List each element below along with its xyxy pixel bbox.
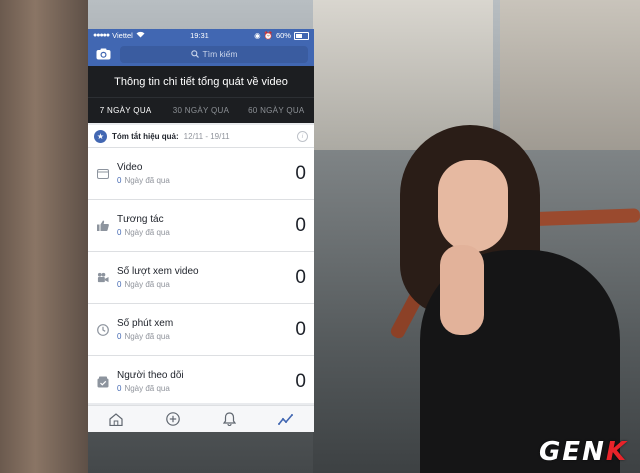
metric-subtitle: 0 Ngày đã qua bbox=[117, 176, 170, 185]
metric-value: 0 bbox=[295, 266, 306, 288]
insights-chart-icon bbox=[278, 413, 294, 425]
star-icon: ★ bbox=[94, 129, 107, 143]
metric-subtitle: 0 Ngày đã qua bbox=[117, 384, 170, 393]
status-time: 19:31 bbox=[190, 31, 209, 40]
metrics-card: ★ Tóm tắt hiệu quả: 12/11 - 19/11 i Vide… bbox=[88, 125, 314, 403]
camera-button[interactable] bbox=[94, 45, 112, 63]
summary-label: Tóm tắt hiệu quả: bbox=[112, 131, 179, 141]
metric-title: Tương tác bbox=[117, 214, 164, 225]
period-tabs: 7 NGÀY QUA 30 NGÀY QUA 60 NGÀY QUA bbox=[88, 97, 314, 123]
metric-row-engagement[interactable]: Tương tác 0 Ngày đã qua 0 bbox=[88, 200, 314, 252]
movie-camera-icon bbox=[97, 272, 109, 284]
status-bar: ●●●●● Viettel 19:31 ◉ ⏰ 60% bbox=[88, 29, 314, 42]
genk-watermark: GENK bbox=[538, 437, 628, 467]
building-left bbox=[0, 0, 88, 473]
metric-value: 0 bbox=[295, 214, 306, 236]
nav-home-button[interactable] bbox=[106, 409, 126, 429]
nav-notifications-button[interactable] bbox=[219, 409, 239, 429]
signal-icon: ●●●●● bbox=[93, 32, 110, 39]
page-title: Thông tin chi tiết tổng quát về video bbox=[88, 66, 314, 97]
metric-title: Số lượt xem video bbox=[117, 266, 199, 277]
plus-circle-icon bbox=[165, 412, 180, 426]
woman-arm bbox=[440, 245, 484, 335]
metric-title: Số phút xem bbox=[117, 318, 174, 329]
info-icon[interactable]: i bbox=[297, 130, 308, 142]
bottom-navigation bbox=[88, 405, 314, 432]
metric-subtitle: 0 Ngày đã qua bbox=[117, 280, 170, 289]
metric-title: Người theo dõi bbox=[117, 370, 184, 381]
metric-row-followers[interactable]: Người theo dõi 0 Ngày đã qua 0 bbox=[88, 356, 314, 407]
metric-row-minutes-viewed[interactable]: Số phút xem 0 Ngày đã qua 0 bbox=[88, 304, 314, 356]
battery-icon bbox=[293, 31, 309, 40]
metric-value: 0 bbox=[295, 318, 306, 340]
metric-subtitle: 0 Ngày đã qua bbox=[117, 332, 170, 341]
home-icon bbox=[109, 412, 123, 426]
thumbs-up-icon bbox=[97, 220, 109, 232]
camera-icon bbox=[96, 48, 110, 60]
metric-title: Video bbox=[117, 162, 143, 173]
wifi-icon bbox=[136, 31, 145, 40]
clock-icon bbox=[97, 323, 109, 336]
alarm-icon: ⏰ bbox=[263, 31, 273, 40]
tab-30-days[interactable]: 30 NGÀY QUA bbox=[163, 98, 238, 123]
metric-row-video-views[interactable]: Số lượt xem video 0 Ngày đã qua 0 bbox=[88, 252, 314, 304]
nav-create-button[interactable] bbox=[163, 409, 183, 429]
summary-header: ★ Tóm tắt hiệu quả: 12/11 - 19/11 i bbox=[88, 125, 314, 148]
bell-icon bbox=[222, 412, 236, 426]
woman-face bbox=[438, 160, 508, 252]
summary-dates: 12/11 - 19/11 bbox=[183, 131, 230, 141]
app-header: Tìm kiếm bbox=[88, 42, 314, 66]
location-icon: ◉ bbox=[254, 31, 261, 40]
metric-row-video[interactable]: Video 0 Ngày đã qua 0 bbox=[88, 148, 314, 200]
search-icon bbox=[190, 50, 199, 58]
phone-screen: ●●●●● Viettel 19:31 ◉ ⏰ 60% Tìm kiếm Thô… bbox=[88, 29, 314, 432]
tab-7-days[interactable]: 7 NGÀY QUA bbox=[88, 98, 163, 123]
follower-icon bbox=[97, 376, 109, 388]
carrier-name: Viettel bbox=[112, 31, 133, 40]
video-icon bbox=[97, 168, 109, 180]
metric-value: 0 bbox=[295, 162, 306, 184]
metric-subtitle: 0 Ngày đã qua bbox=[117, 228, 170, 237]
metric-value: 0 bbox=[295, 370, 306, 392]
search-placeholder: Tìm kiếm bbox=[202, 49, 238, 59]
tab-60-days[interactable]: 60 NGÀY QUA bbox=[239, 98, 314, 123]
nav-insights-button[interactable] bbox=[276, 409, 296, 429]
battery-percent: 60% bbox=[275, 31, 291, 40]
search-input[interactable]: Tìm kiếm bbox=[120, 45, 308, 63]
